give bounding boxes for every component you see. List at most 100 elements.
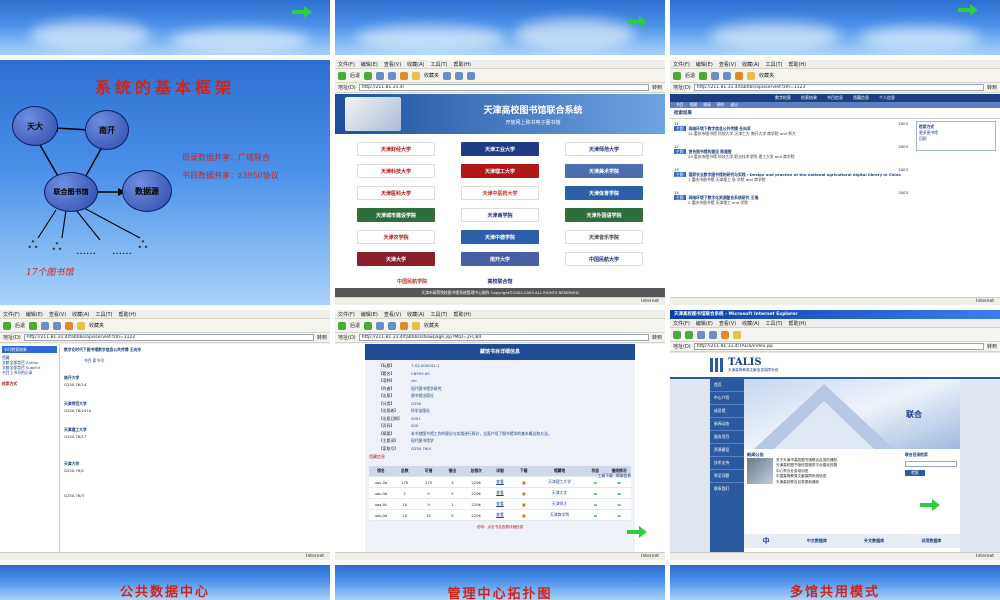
menu-help[interactable]: 帮助(H) xyxy=(453,311,471,318)
subnav-holdings[interactable]: 馆藏 xyxy=(690,102,698,108)
history-icon[interactable] xyxy=(443,71,452,80)
favorites-icon[interactable] xyxy=(77,321,86,330)
menu-tools[interactable]: 工具(T) xyxy=(431,61,448,68)
green-arrow-icon[interactable] xyxy=(292,3,312,18)
logo-civil-aviation-college[interactable]: 中国民航学院 xyxy=(377,274,448,288)
download-tool-link[interactable]: 工具下载 xyxy=(598,473,613,479)
menu-edit[interactable]: 编辑(E) xyxy=(361,61,378,68)
logo-tianjin-urban[interactable]: 天津城市建设学院 xyxy=(357,208,435,222)
forward-icon[interactable] xyxy=(699,71,708,80)
back-label[interactable]: 后退 xyxy=(685,72,695,79)
favorites-label[interactable]: 收藏夹 xyxy=(424,322,439,329)
print-icon[interactable] xyxy=(467,71,476,80)
view-link[interactable]: 查看 xyxy=(488,490,512,496)
download-icon[interactable]: ■ xyxy=(512,491,536,496)
side-link-back[interactable]: 回顾 xyxy=(919,136,993,142)
nav-item[interactable]: 服务项目 xyxy=(710,431,744,444)
refresh-icon[interactable] xyxy=(53,321,62,330)
home-icon[interactable] xyxy=(735,71,744,80)
logo-tianjin-polytechnic[interactable]: 天津工业大学 xyxy=(461,142,539,156)
stop-icon[interactable] xyxy=(41,321,50,330)
call-number[interactable]: G250.76/2 xyxy=(64,468,326,473)
search-button[interactable]: 检索 xyxy=(905,470,925,476)
download-icon[interactable]: ■ xyxy=(512,480,536,485)
menu-help[interactable]: 帮助(H) xyxy=(788,320,806,327)
download-icon[interactable]: ■ xyxy=(512,513,536,518)
menu-view[interactable]: 查看(V) xyxy=(719,61,736,68)
favorites-icon[interactable] xyxy=(747,71,756,80)
logo-tianjin-university[interactable]: 天津大学 xyxy=(357,252,435,266)
back-icon[interactable] xyxy=(338,71,346,80)
menu-help[interactable]: 帮助(H) xyxy=(453,61,471,68)
address-input[interactable]: http://211.81.31.4/tabhbs/opisservlet?zm… xyxy=(23,334,314,341)
menu-view[interactable]: 查看(V) xyxy=(49,311,66,318)
menu-edit[interactable]: 编辑(E) xyxy=(26,311,43,318)
back-label[interactable]: 后退 xyxy=(350,322,360,329)
system-name-link[interactable]: 高校联合馆 xyxy=(487,278,512,285)
logo-tianjin-normal[interactable]: 天津师范大学 xyxy=(565,142,643,156)
stop-icon[interactable] xyxy=(697,330,705,339)
stop-icon[interactable] xyxy=(376,321,385,330)
green-arrow-icon[interactable] xyxy=(625,526,649,538)
menu-file[interactable]: 文件(F) xyxy=(338,311,355,318)
refresh-icon[interactable] xyxy=(388,321,397,330)
back-icon[interactable] xyxy=(338,321,346,330)
home-icon[interactable] xyxy=(721,330,729,339)
call-number[interactable]: G250.76/3 xyxy=(64,493,326,498)
logo-tianjin-commerce[interactable]: 天津商学院 xyxy=(461,208,539,222)
menu-favorites[interactable]: 收藏(A) xyxy=(742,61,759,68)
result-item[interactable]: 13 2003 主题 国家农业数字图书馆的研究与实践 - Design and pr… xyxy=(674,167,908,182)
logo-tianjin-foreign[interactable]: 天津外国语学院 xyxy=(565,208,643,222)
search-input[interactable] xyxy=(905,461,957,467)
favorites-label[interactable]: 收藏夹 xyxy=(759,72,774,79)
favorites-icon[interactable] xyxy=(412,321,421,330)
menu-help[interactable]: 帮助(H) xyxy=(118,311,136,318)
menu-favorites[interactable]: 收藏(A) xyxy=(407,61,424,68)
back-icon[interactable] xyxy=(3,321,11,330)
subnav-borrow[interactable]: 借阅 xyxy=(703,102,711,108)
logo-tianjin-medical[interactable]: 天津医科大学 xyxy=(357,186,435,200)
green-arrow-icon[interactable] xyxy=(627,13,647,28)
go-button[interactable]: 转到 xyxy=(987,84,997,91)
menu-view[interactable]: 查看(V) xyxy=(384,311,401,318)
call-number[interactable]: G250.76/17 xyxy=(64,434,326,439)
home-icon[interactable] xyxy=(400,321,409,330)
favorites-icon[interactable] xyxy=(733,330,741,339)
forward-icon[interactable] xyxy=(685,330,693,339)
view-link[interactable]: 查看 xyxy=(488,501,512,507)
menu-view[interactable]: 查看(V) xyxy=(384,61,401,68)
nav-item[interactable]: 常见问题 xyxy=(710,470,744,483)
stop-icon[interactable] xyxy=(376,71,385,80)
menu-file[interactable]: 文件(F) xyxy=(673,320,690,327)
call-number[interactable]: G250.76/14 xyxy=(64,382,326,387)
menu-edit[interactable]: 编辑(E) xyxy=(361,311,378,318)
address-input[interactable]: http://211.81.31.4/tabhbs/opisservlet?zm… xyxy=(693,84,984,91)
tab-personal[interactable]: 个人信息 xyxy=(879,95,895,101)
menu-tools[interactable]: 工具(T) xyxy=(96,311,113,318)
refresh-icon[interactable] xyxy=(709,330,717,339)
green-arrow-icon[interactable] xyxy=(918,499,942,511)
green-arrow-icon[interactable] xyxy=(958,1,978,16)
subnav-reserve[interactable]: 预约 xyxy=(717,102,725,108)
news-item[interactable]: 天津高校图书馆信息服务平台建设进展 xyxy=(776,463,837,469)
logo-tianjin-sino-german[interactable]: 天津中德学院 xyxy=(461,230,539,244)
go-button[interactable]: 转到 xyxy=(317,334,327,341)
home-icon[interactable] xyxy=(65,321,74,330)
menu-file[interactable]: 文件(F) xyxy=(673,61,690,68)
mail-icon[interactable] xyxy=(455,71,464,80)
nav-item[interactable]: 联系我们 xyxy=(710,483,744,495)
menu-view[interactable]: 查看(V) xyxy=(719,320,736,327)
tab-cn-icon[interactable]: 中 xyxy=(763,536,770,546)
logo-tianjin-tcm[interactable]: 天津中医药大学 xyxy=(461,186,539,200)
tab-holdings[interactable]: 馆藏信息 xyxy=(853,95,869,101)
result-item[interactable]: 14 2003 主题 网络环境下数字化资源整合系统研究 王瑞 2 重庆市图书馆 天津… xyxy=(674,190,908,205)
stop-icon[interactable] xyxy=(711,71,720,80)
nav-item[interactable]: 首页 xyxy=(710,379,744,392)
tab-results[interactable]: 检索结果 xyxy=(801,95,817,101)
back-label[interactable]: 后退 xyxy=(15,322,25,329)
result-item[interactable]: 11 2003 主题 网络环境下数字信息公共传播 任向军 24 重庆市图书馆 科技大… xyxy=(674,121,908,136)
menu-file[interactable]: 文件(F) xyxy=(3,311,20,318)
subnav-exit[interactable]: 退出 xyxy=(730,102,738,108)
go-button[interactable]: 转到 xyxy=(987,343,997,350)
home-icon[interactable] xyxy=(400,71,409,80)
